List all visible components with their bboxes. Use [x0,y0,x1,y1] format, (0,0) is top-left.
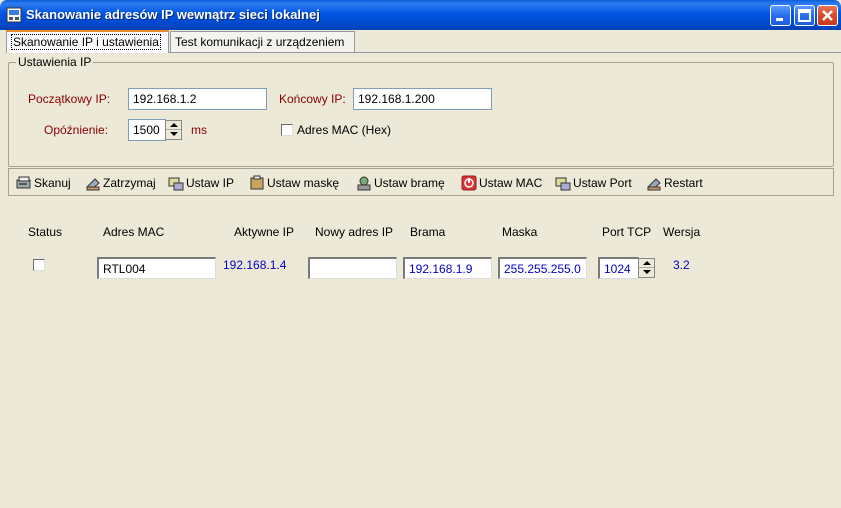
scan-label: Skanuj [34,176,71,190]
ip-settings-group-label: Ustawienia IP [16,55,94,69]
set-gateway-label: Ustaw bramę [374,176,445,190]
delay-stepper-down[interactable] [166,130,181,139]
row-port-stepper-down[interactable] [639,268,654,277]
delay-stepper-up[interactable] [166,121,181,130]
row-mac-field[interactable]: RTL004 [97,257,216,279]
chevron-up-icon [170,123,178,127]
header-gateway: Brama [410,225,446,239]
chevron-up-icon [643,261,651,265]
set-mask-label: Ustaw maskę [267,176,340,190]
set-mac-icon [461,175,477,191]
minimize-icon [776,18,783,21]
set-gateway-button[interactable]: Ustaw bramę [356,174,445,192]
tab-scan-settings[interactable]: Skanowanie IP i ustawienia [6,30,169,53]
set-mask-button[interactable]: Ustaw maskę [249,174,339,192]
restart-label: Restart [664,176,703,190]
delay-field[interactable]: 1500 [128,119,166,141]
set-ip-button[interactable]: Ustaw IP [168,174,234,192]
end-ip-field[interactable]: 192.168.1.200 [353,88,492,110]
mac-hex-checkbox[interactable] [281,124,293,136]
stop-icon [86,178,100,191]
title-bar[interactable]: Skanowanie adresów IP wewnątrz sieci lok… [0,0,841,30]
delay-unit: ms [191,123,207,137]
window-title: Skanowanie adresów IP wewnątrz sieci lok… [26,7,320,22]
header-mask: Maska [502,225,538,239]
row-port-field[interactable]: 1024 [598,257,639,279]
end-ip-label: Końcowy IP: [279,92,346,106]
row-port-stepper-up[interactable] [639,259,654,268]
header-status: Status [28,225,63,239]
restart-icon [647,178,661,191]
delay-label: Opóźnienie: [44,123,109,137]
minimize-button[interactable] [770,5,791,26]
stop-button[interactable]: Zatrzymaj [85,174,156,192]
set-port-button[interactable]: Ustaw Port [555,174,632,192]
header-new-ip: Nowy adres IP [315,225,394,239]
set-ip-icon [168,177,184,191]
header-port: Port TCP [602,225,652,239]
mac-hex-label: Adres MAC (Hex) [297,123,392,137]
tab-communication-test[interactable]: Test komunikacji z urządzeniem [170,31,355,52]
row-gateway-field[interactable]: 192.168.1.9 [403,257,492,279]
ip-settings-group [8,62,834,167]
set-mac-label: Ustaw MAC [479,176,543,190]
close-icon [822,10,833,21]
set-mac-button[interactable]: Ustaw MAC [461,174,542,192]
chevron-down-icon [170,132,178,136]
start-ip-field[interactable]: 192.168.1.2 [128,88,267,110]
maximize-icon [798,9,811,22]
set-port-label: Ustaw Port [573,176,632,190]
tab-communication-test-label: Test komunikacji z urządzeniem [175,35,345,49]
row-active-ip: 192.168.1.4 [223,258,287,272]
maximize-button[interactable] [794,5,815,26]
app-icon [6,7,22,23]
row-new-ip-field[interactable] [308,257,397,279]
set-gateway-icon [357,176,371,191]
header-mac: Adres MAC [103,225,165,239]
start-ip-label: Początkowy IP: [28,92,111,106]
row-port-stepper[interactable] [638,258,655,278]
header-version: Wersja [663,225,701,239]
row-version: 3.2 [673,258,690,272]
set-port-icon [555,177,571,191]
delay-stepper[interactable] [165,120,182,140]
row-mask-field[interactable]: 255.255.255.0 [498,257,587,279]
header-active-ip: Aktywne IP [234,225,295,239]
close-button[interactable] [817,5,838,26]
stop-label: Zatrzymaj [103,176,156,190]
set-mask-icon [250,175,264,190]
tab-scan-settings-label: Skanowanie IP i ustawienia [11,34,161,50]
set-ip-label: Ustaw IP [186,176,235,190]
scan-icon [16,176,31,189]
row-status-checkbox[interactable] [33,259,45,271]
restart-button[interactable]: Restart [646,174,703,192]
scan-button[interactable]: Skanuj [16,174,71,192]
chevron-down-icon [643,270,651,274]
